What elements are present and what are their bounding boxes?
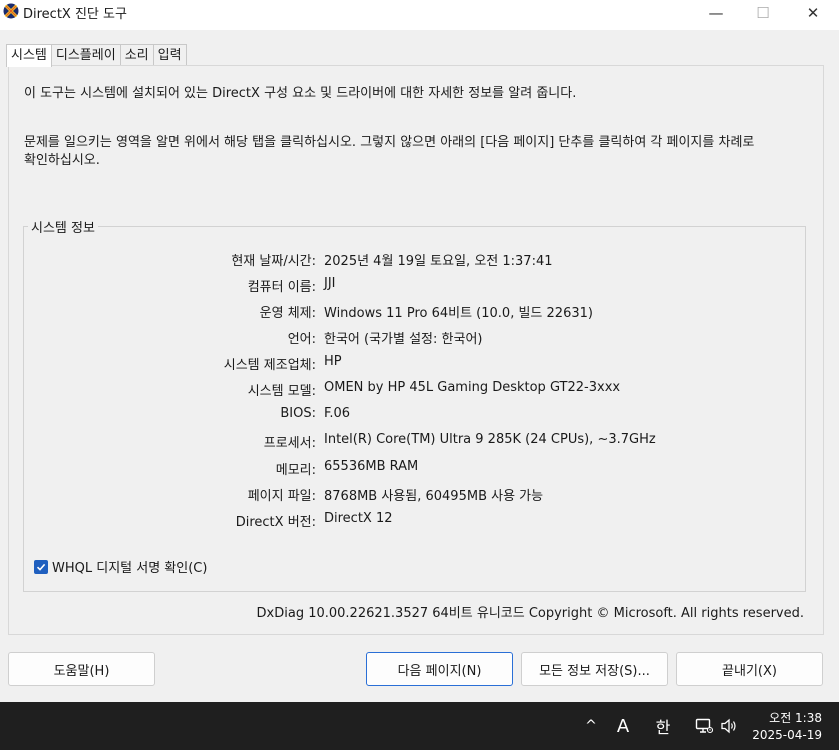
- close-button[interactable]: ✕: [790, 0, 836, 26]
- tab-strip: 시스템 디스플레이 소리 입력: [6, 44, 187, 67]
- taskbar: ^ A 한 오전 1:38 2025-04-19: [0, 702, 839, 750]
- info-row-computer-name: 컴퓨터 이름: JJI: [0, 276, 839, 296]
- title-bar: DirectX 진단 도구 — ☐ ✕: [0, 0, 839, 30]
- clock[interactable]: 오전 1:38 2025-04-19: [752, 710, 822, 744]
- info-label: 언어:: [287, 332, 316, 347]
- info-label: 메모리:: [275, 463, 316, 478]
- window-title: DirectX 진단 도구: [23, 7, 127, 22]
- info-value: Intel(R) Core(TM) Ultra 9 285K (24 CPUs)…: [324, 432, 656, 447]
- info-value: JJI: [324, 276, 336, 291]
- checkmark-icon[interactable]: [34, 559, 48, 574]
- volume-icon[interactable]: [716, 702, 742, 750]
- info-row-datetime: 현재 날짜/시간: 2025년 4월 19일 토요일, 오전 1:37:41: [0, 250, 839, 270]
- info-label: 시스템 모델:: [247, 384, 316, 399]
- info-row-directx-version: DirectX 버전: DirectX 12: [0, 511, 839, 531]
- info-label: BIOS:: [280, 406, 316, 421]
- save-all-info-button[interactable]: 모든 정보 저장(S)...: [521, 652, 668, 686]
- info-value: F.06: [324, 406, 351, 421]
- info-label: 컴퓨터 이름:: [247, 280, 316, 295]
- group-title: 시스템 정보: [28, 217, 98, 236]
- info-value: 2025년 4월 19일 토요일, 오전 1:37:41: [324, 254, 553, 269]
- instructions-text: 문제를 일으키는 영역을 알면 위에서 해당 탭을 클릭하십시오. 그렇지 않으…: [24, 135, 755, 168]
- exit-button[interactable]: 끝내기(X): [676, 652, 823, 686]
- info-row-model: 시스템 모델: OMEN by HP 45L Gaming Desktop GT…: [0, 380, 839, 400]
- info-label: 프로세서:: [263, 436, 316, 451]
- info-value: Windows 11 Pro 64비트 (10.0, 빌드 22631): [324, 306, 593, 321]
- ime-mode-indicator[interactable]: A: [610, 702, 636, 750]
- info-value: DirectX 12: [324, 511, 393, 526]
- network-icon[interactable]: [690, 702, 718, 750]
- info-value: HP: [324, 354, 342, 369]
- maximize-button[interactable]: ☐: [740, 0, 786, 26]
- whql-label: WHQL 디지털 서명 확인(C): [52, 561, 208, 576]
- clock-time: 오전 1:38: [769, 711, 822, 725]
- show-hidden-icons-chevron-icon[interactable]: ^: [578, 702, 604, 750]
- whql-checkbox[interactable]: WHQL 디지털 서명 확인(C): [34, 557, 207, 576]
- info-row-memory: 메모리: 65536MB RAM: [0, 459, 839, 479]
- tab-system[interactable]: 시스템: [6, 44, 52, 67]
- info-row-language: 언어: 한국어 (국가별 설정: 한국어): [0, 328, 839, 348]
- info-label: 운영 체제:: [259, 306, 316, 321]
- info-label: 현재 날짜/시간:: [231, 254, 316, 269]
- intro-text: 이 도구는 시스템에 설치되어 있는 DirectX 구성 요소 및 드라이버에…: [24, 86, 577, 101]
- clock-date: 2025-04-19: [752, 728, 822, 742]
- info-row-manufacturer: 시스템 제조업체: HP: [0, 354, 839, 374]
- minimize-button[interactable]: —: [693, 0, 739, 26]
- info-row-processor: 프로세서: Intel(R) Core(TM) Ultra 9 285K (24…: [0, 432, 839, 452]
- info-value: OMEN by HP 45L Gaming Desktop GT22-3xxx: [324, 380, 621, 395]
- info-value: 8768MB 사용됨, 60495MB 사용 가능: [324, 489, 544, 504]
- tab-display[interactable]: 디스플레이: [50, 44, 121, 66]
- info-label: DirectX 버전:: [235, 515, 316, 530]
- info-value: 65536MB RAM: [324, 459, 419, 474]
- info-label: 페이지 파일:: [247, 489, 316, 504]
- help-button[interactable]: 도움말(H): [8, 652, 155, 686]
- version-copyright-text: DxDiag 10.00.22621.3527 64비트 유니코드 Copyri…: [256, 606, 804, 621]
- info-row-bios: BIOS: F.06: [0, 406, 839, 426]
- info-row-page-file: 페이지 파일: 8768MB 사용됨, 60495MB 사용 가능: [0, 485, 839, 505]
- ime-language-indicator[interactable]: 한: [650, 702, 676, 750]
- next-page-button[interactable]: 다음 페이지(N): [366, 652, 513, 686]
- tab-sound[interactable]: 소리: [119, 44, 154, 66]
- info-label: 시스템 제조업체:: [223, 358, 316, 373]
- info-row-os: 운영 체제: Windows 11 Pro 64비트 (10.0, 빌드 226…: [0, 302, 839, 322]
- tab-input[interactable]: 입력: [152, 44, 187, 66]
- directx-app-icon: [3, 3, 19, 19]
- info-value: 한국어 (국가별 설정: 한국어): [324, 332, 483, 347]
